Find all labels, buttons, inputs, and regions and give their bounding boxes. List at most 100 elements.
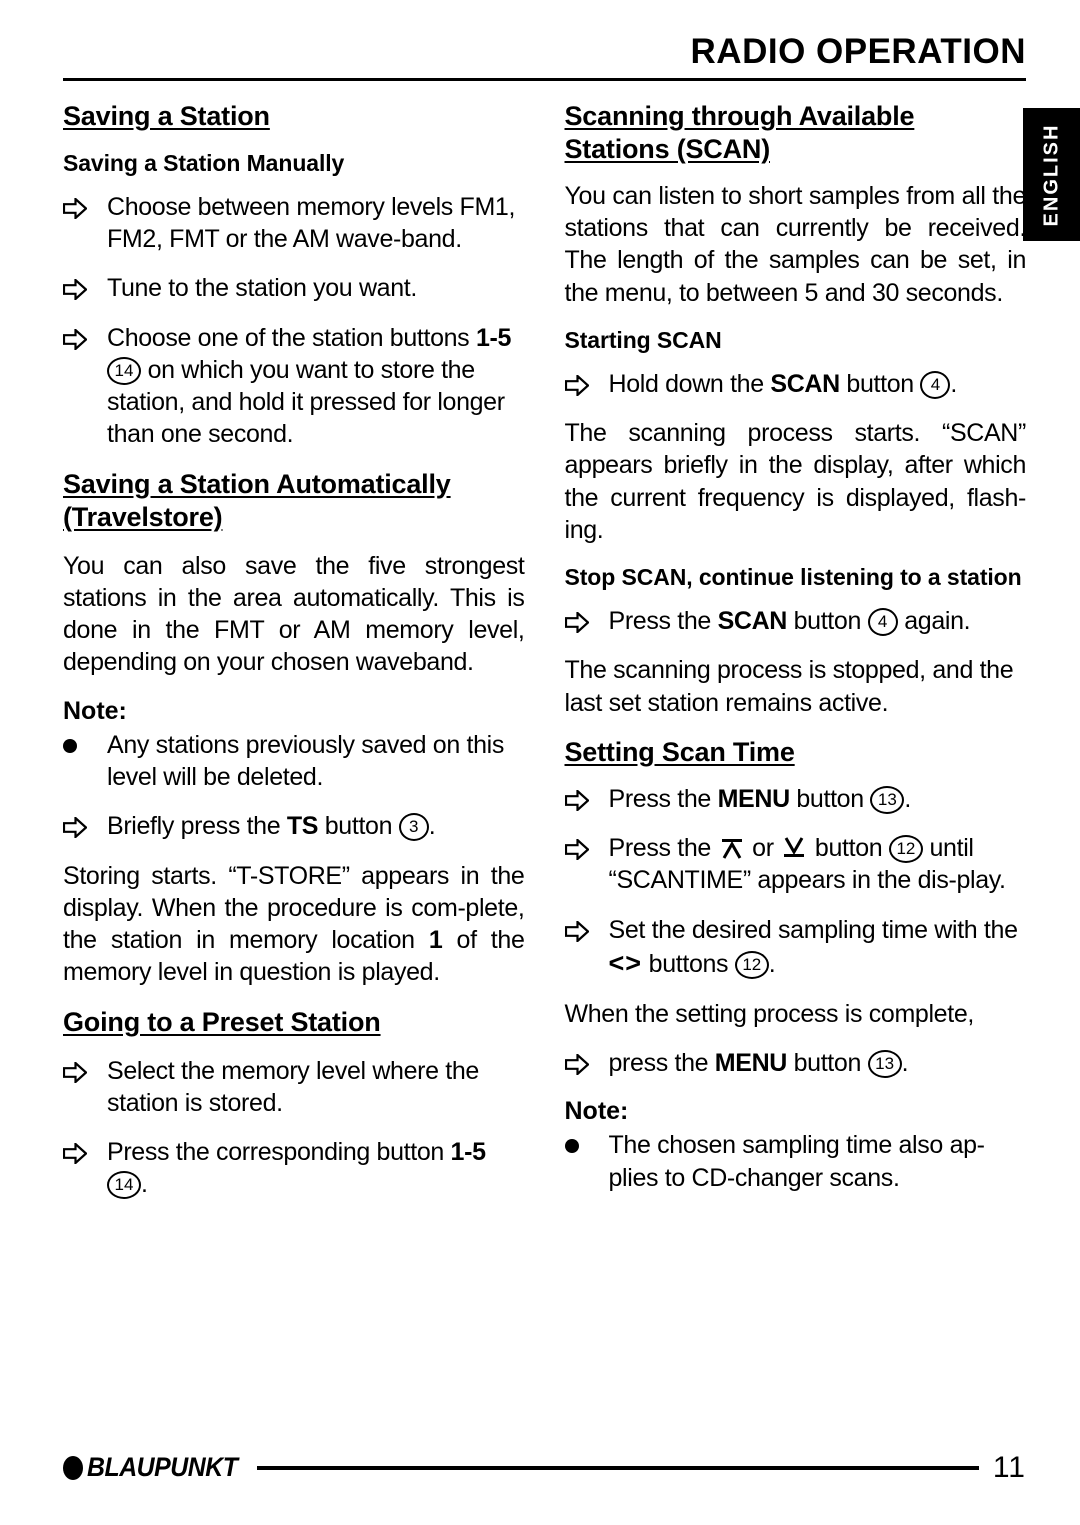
right-arrow-outline-icon (63, 1061, 87, 1083)
step-text-part: . (768, 949, 776, 978)
step-text-part: . (428, 812, 436, 841)
paragraph-scan-intro: You can listen to short samples from all… (564, 181, 1027, 307)
step-press-ts-button: Briefly press the TS button 3. (63, 810, 525, 842)
step-text-part: Briefly press the (107, 812, 287, 841)
ref-number-13: 13 (870, 785, 905, 814)
subheading-stop-scan: Stop SCAN, continue listening to a stati… (564, 564, 1022, 591)
down-bar-arrow-icon (784, 837, 805, 858)
step-press-corresponding-button: Press the corresponding button 1-5 14. (63, 1136, 525, 1201)
right-arrow-outline-icon (63, 817, 87, 839)
step-tune-to-station: Tune to the station you want. (63, 272, 525, 304)
page-title: RADIO OPERATION (690, 32, 1026, 71)
step-text-part: Set the desired sampling time with the (608, 915, 1018, 944)
paragraph-travelstore: You can also save the five strongest sta… (63, 551, 525, 677)
step-text-part: button (839, 369, 921, 398)
right-arrow-outline-icon (564, 839, 589, 861)
note-bullet-sampling-time-cd: The chosen sampling time also ap-plies t… (564, 1129, 1027, 1194)
right-arrow-outline-icon (564, 1053, 589, 1075)
header-divider (63, 78, 1026, 81)
button-label-menu: MENU (717, 784, 791, 813)
arrow-bullet-icon (63, 322, 97, 354)
heading-saving-a-station: Saving a Station (63, 101, 270, 131)
ref-number-14: 14 (107, 356, 141, 385)
heading-setting-scan-time: Setting Scan Time (564, 736, 795, 767)
step-text-part: Choose one of the station buttons (107, 323, 476, 352)
bullet-dot-icon (564, 1129, 599, 1161)
ref-number-14: 14 (107, 1171, 141, 1200)
arrow-bullet-icon (63, 810, 97, 842)
arrow-bullet-icon (564, 1047, 599, 1079)
subheading-starting-scan: Starting SCAN (564, 326, 722, 353)
paragraph-storing-starts: Storing starts. “T-STORE” appears in the… (63, 860, 525, 989)
right-arrow-outline-icon (63, 197, 87, 219)
step-choose-station-button: Choose one of the station buttons 1-5 14… (63, 322, 525, 451)
step-select-memory-level: Select the memory level where the statio… (63, 1055, 525, 1120)
step-text-part: Press the (608, 834, 718, 863)
note-text: Any stations previously saved on this le… (107, 730, 504, 792)
step-text-part: button (789, 784, 871, 813)
step-text-part: button (318, 812, 399, 841)
right-arrow-outline-icon (63, 1143, 87, 1165)
arrow-bullet-icon (63, 1136, 97, 1168)
page-number: 11 (992, 1450, 1026, 1484)
button-label-scan: SCAN (770, 369, 840, 398)
right-arrow-outline-icon (564, 374, 589, 396)
step-text-part: again. (897, 607, 971, 636)
blaupunkt-wordmark: BLAUPUNKT (87, 1452, 238, 1482)
footer-divider (256, 1465, 979, 1470)
step-text-part: buttons (642, 949, 735, 978)
subheading-saving-manually: Saving a Station Manually (63, 149, 345, 176)
step-text-part: button (787, 607, 868, 636)
step-text-part: button (808, 834, 889, 863)
note-text: The chosen sampling time also ap-plies t… (608, 1131, 986, 1192)
ref-number-12: 12 (888, 835, 923, 864)
up-bar-arrow-icon (721, 839, 742, 859)
step-text-part: Hold down the (608, 369, 771, 398)
step-text-part: . (141, 1170, 148, 1199)
arrow-bullet-icon (63, 191, 97, 223)
step-press-menu-again: press the MENU button 13. (564, 1047, 1027, 1079)
right-arrow-outline-icon (63, 279, 87, 301)
button-label-1-5: 1-5 (475, 323, 512, 352)
note-label-right: Note: (564, 1097, 629, 1126)
language-side-tab-label: ENGLISH (1040, 123, 1062, 226)
paragraph-when-complete: When the setting process is complete, (564, 999, 975, 1028)
step-set-sampling-time: Set the desired sampling time with the <… (564, 914, 1027, 981)
ref-number-12: 12 (734, 950, 769, 979)
button-label-1-5: 1-5 (450, 1138, 486, 1167)
step-hold-scan-button: Hold down the SCAN button 4. (564, 368, 1027, 400)
step-press-scan-again: Press the SCAN button 4 again. (564, 605, 1027, 637)
step-text-part: Press the (608, 607, 718, 636)
bullet-dot-icon (63, 729, 97, 761)
page-header: RADIO OPERATION (63, 34, 1026, 81)
button-label-menu: MENU (714, 1048, 788, 1077)
left-right-chevron-icons: <> (608, 947, 643, 978)
ref-number-4: 4 (920, 370, 951, 399)
right-arrow-outline-icon (564, 612, 589, 634)
blaupunkt-dot-icon (63, 1455, 83, 1480)
memory-location-number: 1 (428, 926, 443, 955)
note-label-left: Note: (63, 696, 127, 725)
blaupunkt-logo: BLAUPUNKT (63, 1452, 251, 1483)
arrow-bullet-icon (564, 605, 599, 637)
heading-saving-automatically: Saving a Station Automatically (Travelst… (63, 468, 451, 532)
button-label-ts: TS (286, 812, 319, 841)
language-side-tab: ENGLISH (1023, 108, 1080, 241)
step-text-part: button (787, 1048, 868, 1077)
ref-number-13: 13 (867, 1049, 902, 1078)
paragraph-scanning-starts: The scanning process starts. “SCAN” appe… (564, 419, 1027, 544)
step-text: Select the memory level where the statio… (107, 1056, 479, 1117)
step-text-part: Press the corresponding button (107, 1138, 451, 1167)
paragraph-scanning-stopped: The scanning process is stopped, and the… (564, 656, 1014, 717)
heading-going-to-preset-station: Going to a Preset Station (63, 1006, 381, 1037)
step-text-part: . (901, 1048, 909, 1077)
right-arrow-outline-icon (564, 789, 589, 811)
step-text-part: on which you want to store the station, … (107, 355, 505, 449)
right-arrow-outline-icon (63, 328, 87, 350)
ref-number-3: 3 (398, 813, 429, 842)
step-text-part: . (950, 369, 958, 398)
content-columns: Saving a Station Saving a Station Manual… (63, 100, 1026, 1218)
step-text-part: Press the (608, 784, 718, 813)
step-text-part: press the (608, 1048, 715, 1077)
step-press-up-down-button: Press the or button 12 until “SCANTIME” … (564, 832, 1027, 897)
